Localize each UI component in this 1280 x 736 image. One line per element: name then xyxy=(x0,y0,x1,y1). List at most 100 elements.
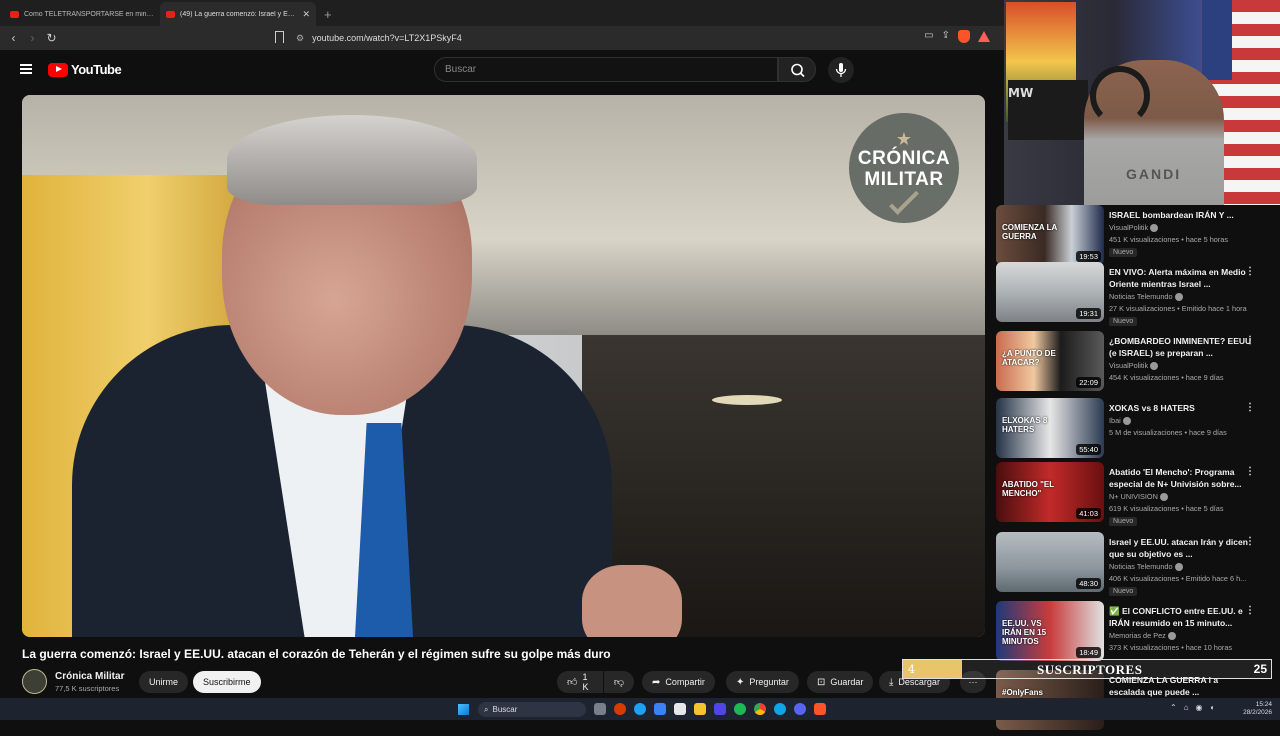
youtube-logo[interactable]: YouTube xyxy=(48,62,122,77)
share-button[interactable]: ➦ Compartir xyxy=(642,671,715,693)
recommendation-channel[interactable]: N+ UNIVISION xyxy=(1109,491,1269,503)
channel-avatar[interactable] xyxy=(22,669,47,694)
brave-shields-icon[interactable] xyxy=(958,30,970,43)
goal-target: 25 xyxy=(1253,662,1267,676)
new-badge: Nuevo xyxy=(1109,248,1138,257)
thumbnail-text: ELXOKAS 8 HATERS xyxy=(1002,416,1048,434)
thumbs-up-icon: 👍︎ xyxy=(567,677,578,688)
more-options-icon[interactable]: ⋮ xyxy=(1245,266,1255,277)
recommendation-channel[interactable]: Noticias Telemundo xyxy=(1109,291,1269,303)
site-settings-icon[interactable]: ⚙ xyxy=(296,33,304,44)
recommendation-title[interactable]: Abatido 'El Mencho': Programa especial d… xyxy=(1109,466,1252,490)
recommendation-title[interactable]: ISRAEL bombardean IRÁN Y ... xyxy=(1109,209,1252,221)
recommendation-title[interactable]: XOKAS vs 8 HATERS xyxy=(1109,402,1252,414)
reload-icon[interactable]: ↻ xyxy=(42,31,61,45)
video-thumbnail[interactable]: ABATIDO "EL MENCHO" 41:03 xyxy=(996,462,1104,522)
browser-tab-active[interactable]: (49) La guerra comenzó: Israel y EE.UU. … xyxy=(160,2,316,26)
bookmark-save-icon: ⊡ xyxy=(817,676,826,688)
video-thumbnail[interactable]: ¿A PUNTO DE ATACAR? 22:09 xyxy=(996,331,1104,391)
channel-name[interactable]: Crónica Militar xyxy=(55,671,124,682)
brave-rewards-icon[interactable] xyxy=(978,31,990,42)
more-options-icon[interactable]: ⋮ xyxy=(1245,335,1255,346)
tab-label: (49) La guerra comenzó: Israel y EE.UU. xyxy=(180,10,298,18)
forward-arrow-icon[interactable]: › xyxy=(23,31,42,45)
volume-icon[interactable]: ◖ xyxy=(1210,703,1215,712)
recommendation-meta: 619 K visualizaciones • hace 5 días xyxy=(1109,504,1224,513)
more-options-icon[interactable]: ⋮ xyxy=(1245,536,1255,547)
bookmark-icon[interactable] xyxy=(275,31,284,43)
video-frame-hand xyxy=(582,565,682,637)
goal-current: 4 xyxy=(908,663,915,676)
discord-icon[interactable] xyxy=(794,703,806,715)
search-button[interactable] xyxy=(778,57,816,82)
video-thumbnail[interactable]: ELXOKAS 8 HATERS 55:40 xyxy=(996,398,1104,458)
spotify-icon[interactable] xyxy=(734,703,746,715)
recommendation-card[interactable]: 48:30 Israel y EE.UU. atacan Irán y dicen… xyxy=(996,532,1280,598)
file-explorer-icon[interactable] xyxy=(694,703,706,715)
save-button[interactable]: ⊡ Guardar xyxy=(807,671,874,693)
youtube-favicon-icon xyxy=(10,10,19,18)
ask-button[interactable]: ✦ Preguntar xyxy=(726,671,799,693)
recommendation-channel[interactable]: VisualPolitik xyxy=(1109,222,1269,234)
recommendation-channel[interactable]: Ibai xyxy=(1109,415,1269,427)
new-tab-button[interactable]: + xyxy=(316,2,340,26)
app-icon[interactable] xyxy=(774,703,786,715)
taskbar-search[interactable]: ⌕ Buscar xyxy=(478,702,586,717)
dislike-button[interactable]: 👎︎ xyxy=(604,671,634,693)
voice-search-button[interactable] xyxy=(828,57,854,83)
duration-badge: 55:40 xyxy=(1076,444,1101,455)
video-thumbnail[interactable]: 48:30 xyxy=(996,532,1104,592)
recommendation-title[interactable]: EN VIVO: Alerta máxima en Medio Oriente … xyxy=(1109,266,1252,290)
task-view-icon[interactable] xyxy=(594,703,606,715)
recommendation-card[interactable]: ELXOKAS 8 HATERS 55:40 XOKAS vs 8 HATERS Ib… xyxy=(996,398,1280,464)
more-options-icon[interactable]: ⋮ xyxy=(1245,402,1255,413)
subscribe-button[interactable]: Suscribirme xyxy=(193,671,261,693)
browser-tab[interactable]: Como TELETRANSPORTARSE en minecraft xyxy=(4,2,160,26)
menu-icon[interactable] xyxy=(20,64,32,74)
chrome-icon[interactable] xyxy=(754,703,766,715)
recommendation-card[interactable]: ¿A PUNTO DE ATACAR? 22:09 ¿BOMBARDEO INMIN… xyxy=(996,331,1280,397)
windows-start-icon[interactable] xyxy=(458,704,469,715)
brave-icon[interactable] xyxy=(814,703,826,715)
like-button[interactable]: 👍︎ 1 K xyxy=(557,671,603,693)
system-tray: ⌃ ⌂ ◉ ◖ xyxy=(1170,703,1214,712)
app-icon[interactable] xyxy=(714,703,726,715)
channel-name: Noticias Telemundo xyxy=(1109,562,1173,571)
cast-icon[interactable]: ▭ xyxy=(924,30,933,43)
recommendation-channel[interactable]: VisualPolitik xyxy=(1109,360,1269,372)
address-bar[interactable]: ⚙ youtube.com/watch?v=LT2X1PSkyF4 xyxy=(296,28,996,48)
recommendation-title[interactable]: ¿BOMBARDEO INMINENTE? EEUU (e ISRAEL) se… xyxy=(1109,335,1252,359)
close-tab-icon[interactable]: ✕ xyxy=(302,9,310,20)
recommendation-title[interactable]: ✅ El CONFLICTO entre EE.UU. e IRÁN resum… xyxy=(1109,605,1252,629)
back-arrow-icon[interactable]: ‹ xyxy=(4,31,23,45)
video-thumbnail[interactable]: EE.UU. VS IRÁN EN 15 MINUTOS 18:49 xyxy=(996,601,1104,661)
recommendation-channel[interactable]: Memorias de Pez xyxy=(1109,630,1269,642)
channel-name: Noticias Telemundo xyxy=(1109,292,1173,301)
video-player[interactable]: ★ CRÓNICA MILITAR xyxy=(22,95,985,637)
verified-icon xyxy=(1167,632,1176,641)
taskbar-search-label: Buscar xyxy=(492,705,518,714)
recommendation-card[interactable]: EE.UU. VS IRÁN EN 15 MINUTOS 18:49 ✅ El CO… xyxy=(996,601,1280,667)
join-button[interactable]: Unirme xyxy=(139,671,189,693)
recommendation-card[interactable]: ABATIDO "EL MENCHO" 41:03 Abatido 'El Menc… xyxy=(996,462,1280,528)
recommendation-channel[interactable]: Noticias Telemundo xyxy=(1109,561,1269,573)
network-icon[interactable]: ⌂ xyxy=(1184,703,1189,712)
more-options-icon[interactable]: ⋮ xyxy=(1245,605,1255,616)
share-icon[interactable]: ⇪ xyxy=(942,30,950,43)
recommendation-title[interactable]: Israel y EE.UU. atacan Irán y dicen que … xyxy=(1109,536,1252,560)
app-icon[interactable] xyxy=(614,703,626,715)
store-icon[interactable] xyxy=(674,703,686,715)
video-thumbnail[interactable]: COMIENZA LA GUERRA 19:53 xyxy=(996,205,1104,265)
more-options-icon[interactable]: ⋮ xyxy=(1245,466,1255,477)
chevron-up-icon[interactable]: ⌃ xyxy=(1170,703,1177,712)
clock[interactable]: 15:24 28/2/2026 xyxy=(1243,701,1272,717)
mic-icon[interactable]: ◉ xyxy=(1196,703,1203,712)
search-input[interactable]: Buscar xyxy=(434,57,778,82)
edge-icon[interactable] xyxy=(634,703,646,715)
video-thumbnail[interactable]: 19:31 xyxy=(996,262,1104,322)
webcam-flag-canton xyxy=(1202,0,1232,80)
app-icon[interactable] xyxy=(654,703,666,715)
video-title: La guerra comenzó: Israel y EE.UU. ataca… xyxy=(22,647,611,661)
recommendation-card[interactable]: 19:31 EN VIVO: Alerta máxima en Medio Ori… xyxy=(996,262,1280,328)
search-icon: ⌕ xyxy=(484,704,489,714)
